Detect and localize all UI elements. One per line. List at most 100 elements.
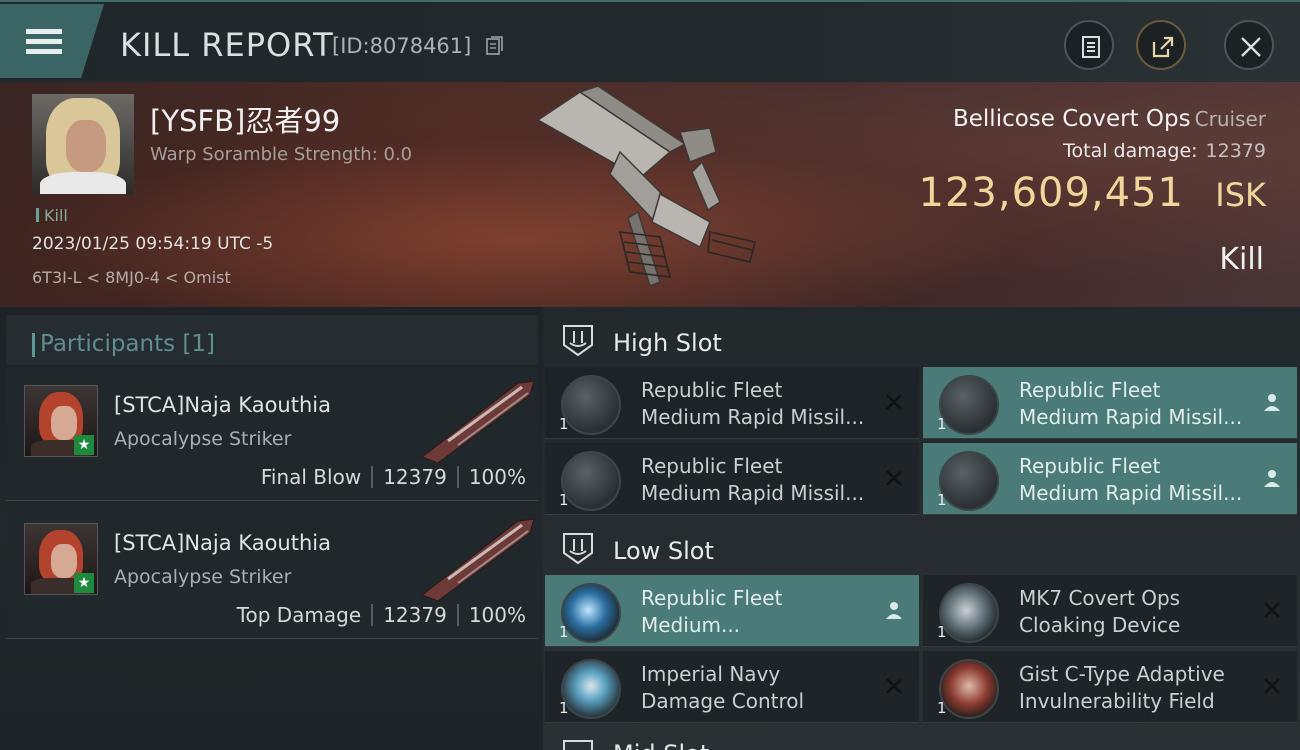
module-name-line1: Republic Fleet xyxy=(641,586,783,610)
ship-class: Cruiser xyxy=(1194,107,1266,131)
damage-control-icon xyxy=(561,659,621,719)
participant-stats: Top Damage 12379 100% xyxy=(237,603,526,627)
module-name-line2: Medium... xyxy=(641,613,741,637)
menu-icon-bar xyxy=(26,49,62,54)
module-item[interactable]: 1 Republic Fleet Medium Rapid Missil... xyxy=(923,443,1297,515)
close-icon xyxy=(1241,37,1261,57)
participant-damage: 12379 xyxy=(383,603,447,627)
low-slot-header: Low Slot xyxy=(543,519,1300,575)
module-item[interactable]: 1 Republic Fleet Medium... xyxy=(545,575,919,647)
module-name-line2: Cloaking Device xyxy=(1019,613,1181,637)
participant-role: Final Blow xyxy=(260,465,362,489)
menu-button[interactable] xyxy=(0,4,104,78)
fittings-panel: High Slot 1 Republic Fleet Medium Rapid M… xyxy=(543,307,1300,750)
module-qty: 1 xyxy=(937,491,947,509)
participant-ship-image xyxy=(420,380,535,464)
dropped-person-icon xyxy=(886,602,902,619)
copy-id-icon[interactable] xyxy=(486,36,504,56)
total-damage: Total damage: 12379 xyxy=(1063,140,1266,162)
dropped-person-icon xyxy=(1264,470,1280,487)
module-name: Republic Fleet Medium... xyxy=(641,585,871,639)
module-name: Gist C-Type Adaptive Invulnerability Fiel… xyxy=(1019,661,1249,715)
total-damage-label: Total damage: xyxy=(1063,140,1198,162)
total-damage-value: 12379 xyxy=(1205,140,1266,162)
participants-panel: Participants [1] ★ [STCA]Naja Kaouthia A… xyxy=(0,307,543,750)
star-icon: ★ xyxy=(74,435,94,455)
isk-unit: ISK xyxy=(1215,176,1266,214)
participant-name: [STCA]Naja Kaouthia xyxy=(114,531,331,555)
close-button[interactable] xyxy=(1224,20,1274,70)
victim-ship-name[interactable]: Bellicose Covert Ops Cruiser xyxy=(953,106,1266,132)
menu-icon-bar xyxy=(26,39,62,44)
high-slot-icon xyxy=(563,325,593,357)
missile-launcher-icon xyxy=(939,375,999,435)
warp-scramble-strength: Warp Soramble Strength: 0.0 xyxy=(150,144,413,165)
participant-ship: Apocalypse Striker xyxy=(114,428,292,450)
missile-launcher-icon xyxy=(561,375,621,435)
module-item[interactable]: 1 MK7 Covert Ops Cloaking Device xyxy=(923,575,1297,647)
module-item[interactable]: 1 Republic Fleet Medium Rapid Missil... xyxy=(545,443,919,515)
dropped-person-icon xyxy=(1264,394,1280,411)
module-name-line1: MK7 Covert Ops xyxy=(1019,586,1181,610)
module-qty: 1 xyxy=(937,623,947,641)
module-name-line1: Imperial Navy xyxy=(641,662,781,686)
module-qty: 1 xyxy=(559,699,569,717)
page-title: KILL REPORT xyxy=(120,26,334,64)
victim-name[interactable]: [YSFB]忍者99 xyxy=(150,98,340,140)
mid-slot-label: Mid Slot xyxy=(613,740,709,750)
mid-slot-header: Mid Slot xyxy=(543,732,1300,750)
module-item[interactable]: 1 Republic Fleet Medium Rapid Missil... xyxy=(923,367,1297,439)
module-name-line1: Republic Fleet xyxy=(1019,454,1161,478)
participants-count: [1] xyxy=(182,331,216,357)
share-icon xyxy=(1152,36,1174,58)
module-name-line2: Medium Rapid Missil... xyxy=(1019,405,1243,429)
participant-name: [STCA]Naja Kaouthia xyxy=(114,393,331,417)
destroyed-icon xyxy=(886,678,902,694)
mid-slot-icon xyxy=(563,740,593,750)
module-name-line2: Damage Control xyxy=(641,689,805,713)
module-name: MK7 Covert Ops Cloaking Device xyxy=(1019,585,1249,639)
module-item[interactable]: 1 Republic Fleet Medium Rapid Missil... xyxy=(545,367,919,439)
ship-name-text: Bellicose Covert Ops xyxy=(952,106,1191,132)
participant-damage: 12379 xyxy=(383,465,447,489)
kill-id: [ID:8078461] xyxy=(332,34,472,58)
participant-percent: 100% xyxy=(468,465,526,489)
destroyed-icon xyxy=(886,470,902,486)
shield-hardener-icon xyxy=(939,659,999,719)
kill-tag: Kill xyxy=(36,206,68,225)
participants-header: Participants [1] xyxy=(6,315,538,365)
module-name-line1: Republic Fleet xyxy=(1019,378,1161,402)
share-button[interactable] xyxy=(1136,20,1186,70)
star-icon: ★ xyxy=(74,573,94,593)
kill-result: Kill xyxy=(1219,242,1264,277)
module-name: Imperial Navy Damage Control xyxy=(641,661,871,715)
kill-location[interactable]: 6T3I-L < 8MJ0-4 < Omist xyxy=(32,268,231,287)
victim-portrait[interactable] xyxy=(32,94,134,194)
module-name-line2: Medium Rapid Missil... xyxy=(1019,481,1243,505)
participant-ship-image xyxy=(420,518,535,602)
module-qty: 1 xyxy=(559,623,569,641)
module-name: Republic Fleet Medium Rapid Missil... xyxy=(1019,453,1249,507)
low-slot-label: Low Slot xyxy=(613,537,714,565)
module-qty: 1 xyxy=(559,415,569,433)
destroyed-icon xyxy=(1264,602,1280,618)
participant-ship: Apocalypse Striker xyxy=(114,566,292,588)
missile-launcher-icon xyxy=(939,451,999,511)
module-name-line1: Republic Fleet xyxy=(641,378,783,402)
ballistic-control-icon xyxy=(561,583,621,643)
module-item[interactable]: 1 Gist C-Type Adaptive Invulnerability Fi… xyxy=(923,651,1297,723)
cloaking-device-icon xyxy=(939,583,999,643)
victim-ship-image xyxy=(536,85,756,287)
clipboard-button[interactable] xyxy=(1064,20,1114,70)
participants-title-text: Participants xyxy=(40,331,176,357)
destroyed-icon xyxy=(1264,678,1280,694)
top-bar: KILL REPORT [ID:8078461] xyxy=(0,0,1300,82)
destroyed-icon xyxy=(886,394,902,410)
module-name-line2: Medium Rapid Missil... xyxy=(641,405,865,429)
participant-row[interactable]: ★ [STCA]Naja Kaouthia Apocalypse Striker… xyxy=(6,367,538,501)
victim-panel: [YSFB]忍者99 Warp Soramble Strength: 0.0 K… xyxy=(0,82,1300,307)
participant-row[interactable]: ★ [STCA]Naja Kaouthia Apocalypse Striker… xyxy=(6,505,538,639)
low-slot-icon xyxy=(563,533,593,565)
module-item[interactable]: 1 Imperial Navy Damage Control xyxy=(545,651,919,723)
module-name: Republic Fleet Medium Rapid Missil... xyxy=(641,453,871,507)
